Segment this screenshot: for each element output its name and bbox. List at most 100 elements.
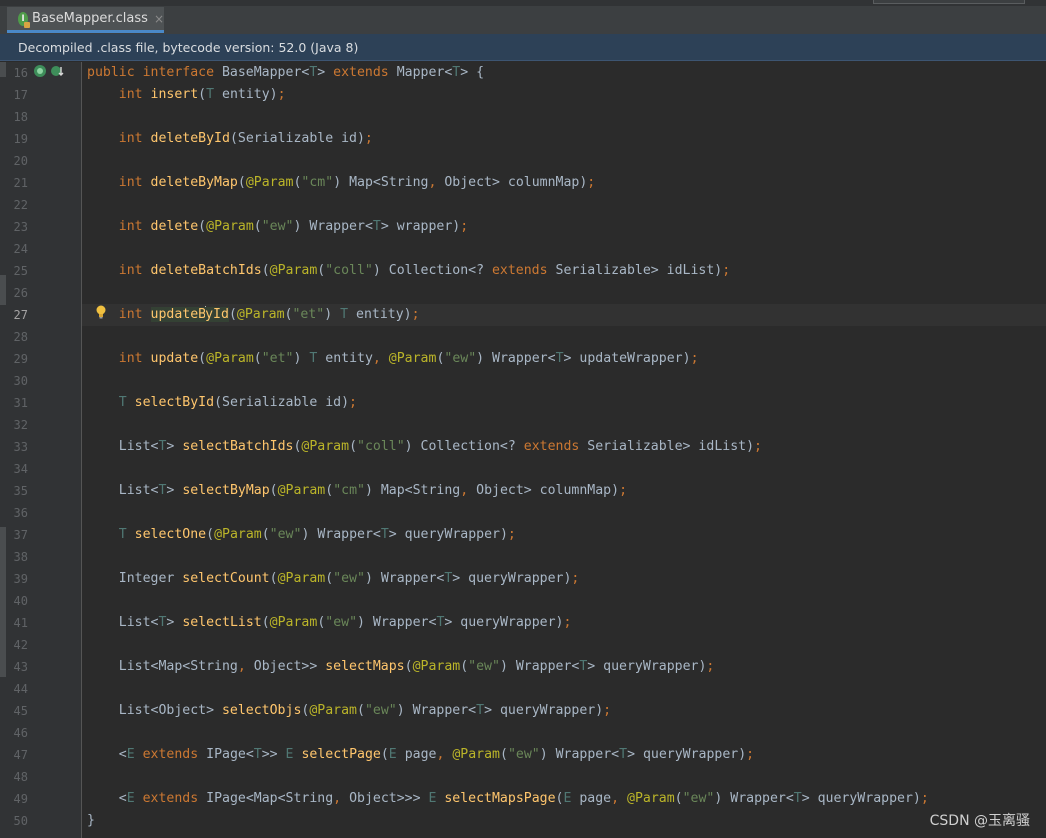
code-token: @Param (452, 747, 500, 762)
line-number[interactable]: 32 (0, 414, 28, 436)
line-number[interactable]: 35 (0, 480, 28, 502)
code-line[interactable] (82, 282, 1046, 304)
code-line[interactable] (82, 194, 1046, 216)
code-token: ; (706, 659, 715, 674)
code-token: @Param (277, 571, 326, 586)
line-number[interactable]: 47 (0, 744, 28, 766)
line-number[interactable]: 37 (0, 524, 28, 546)
line-number[interactable]: 38 (0, 546, 28, 568)
line-number[interactable]: 40 (0, 590, 28, 612)
line-number[interactable]: 41 (0, 612, 28, 634)
line-number[interactable]: 17 (0, 84, 28, 106)
line-number[interactable]: 48 (0, 766, 28, 788)
implemented-icon[interactable] (33, 64, 47, 78)
code-token: entity) (348, 307, 412, 322)
line-number[interactable]: 21 (0, 172, 28, 194)
code-line[interactable]: Integer selectCount(@Param("ew") Wrapper… (82, 568, 1046, 590)
code-line[interactable]: int deleteByMap(@Param("cm") Map<String,… (82, 172, 1046, 194)
code-line[interactable] (82, 590, 1046, 612)
code-line[interactable] (82, 634, 1046, 656)
line-number[interactable]: 30 (0, 370, 28, 392)
code-line-text: } (87, 810, 95, 832)
code-line[interactable]: T selectOne(@Param("ew") Wrapper<T> quer… (82, 524, 1046, 546)
line-number[interactable]: 46 (0, 722, 28, 744)
toolbar-search-box[interactable] (873, 0, 1025, 4)
code-line[interactable]: List<T> selectList(@Param("ew") Wrapper<… (82, 612, 1046, 634)
code-line[interactable]: <E extends IPage<T>> E selectPage(E page… (82, 744, 1046, 766)
close-icon[interactable]: × (154, 12, 164, 26)
code-line[interactable] (82, 678, 1046, 700)
code-line[interactable]: } (82, 810, 1046, 832)
code-token: Object> columnMap) (476, 483, 620, 498)
overrides-icon[interactable] (50, 64, 64, 78)
code-line[interactable]: int deleteById(Serializable id); (82, 128, 1046, 150)
line-number[interactable]: 24 (0, 238, 28, 260)
line-number-gutter[interactable]: 16 17 18 19 20 21 22 23 24 25 26 27 28 29 30 31 32 33 34 35… (0, 62, 82, 838)
line-number[interactable]: 50 (0, 810, 28, 832)
line-number[interactable]: 43 (0, 656, 28, 678)
code-token: ( (253, 351, 262, 366)
code-line[interactable] (82, 722, 1046, 744)
code-line[interactable] (82, 150, 1046, 172)
line-number[interactable]: 31 (0, 392, 28, 414)
line-number[interactable]: 42 (0, 634, 28, 656)
line-number[interactable]: 22 (0, 194, 28, 216)
code-line[interactable]: List<Object> selectObjs(@Param("ew") Wra… (82, 700, 1046, 722)
line-number[interactable]: 33 (0, 436, 28, 458)
line-number[interactable]: 29 (0, 348, 28, 370)
code-line[interactable]: int update(@Param("et") T entity, @Param… (82, 348, 1046, 370)
code-token: selectOne (134, 527, 207, 542)
code-token: "cm" (333, 483, 365, 498)
code-line[interactable]: int insert(T entity); (82, 84, 1046, 106)
code-line[interactable]: <E extends IPage<Map<String, Object>>> E… (82, 788, 1046, 810)
line-number[interactable]: 20 (0, 150, 28, 172)
code-token: entity) (214, 87, 278, 102)
line-number[interactable]: 34 (0, 458, 28, 480)
code-line[interactable] (82, 458, 1046, 480)
line-number[interactable]: 28 (0, 326, 28, 348)
code-line[interactable]: int deleteBatchIds(@Param("coll") Collec… (82, 260, 1046, 282)
lightbulb-icon[interactable] (96, 305, 106, 319)
line-number[interactable]: 45 (0, 700, 28, 722)
line-number[interactable]: 23 (0, 216, 28, 238)
code-line[interactable]: public interface BaseMapper<T> extends M… (82, 62, 1046, 84)
code-line[interactable] (82, 370, 1046, 392)
code-line-text: int deleteBatchIds(@Param("coll") Collec… (87, 260, 730, 282)
line-number[interactable]: 19 (0, 128, 28, 150)
code-line[interactable] (82, 414, 1046, 436)
line-number[interactable]: 26 (0, 282, 28, 304)
line-number[interactable]: 16 (0, 62, 28, 84)
line-number[interactable]: 25 (0, 260, 28, 282)
tab-basemapper-class[interactable]: I BaseMapper.class × (7, 7, 164, 33)
code-line[interactable]: T selectById(Serializable id); (82, 392, 1046, 414)
code-token: List< (87, 439, 159, 454)
code-token: "ew" (444, 351, 477, 366)
code-line[interactable]: int delete(@Param("ew") Wrapper<T> wrapp… (82, 216, 1046, 238)
code-line[interactable] (82, 766, 1046, 788)
code-line[interactable]: List<Map<String, Object>> selectMaps(@Pa… (82, 656, 1046, 678)
code-token: selectMapsPage (444, 791, 556, 806)
line-number[interactable]: 36 (0, 502, 28, 524)
banner-text: Decompiled .class file, bytecode version… (18, 39, 359, 55)
code-token: deleteById (150, 131, 230, 146)
code-token: E (126, 791, 143, 806)
code-line[interactable] (82, 546, 1046, 568)
code-line[interactable] (82, 326, 1046, 348)
code-token: ( (269, 571, 278, 586)
code-line[interactable] (82, 502, 1046, 524)
line-number[interactable]: 27 (0, 304, 28, 326)
code-line[interactable]: List<T> selectByMap(@Param("cm") Map<Str… (82, 480, 1046, 502)
line-number[interactable]: 44 (0, 678, 28, 700)
line-number[interactable]: 49 (0, 788, 28, 810)
line-number[interactable]: 39 (0, 568, 28, 590)
line-number[interactable]: 18 (0, 106, 28, 128)
code-line[interactable] (82, 238, 1046, 260)
code-token: "coll" (325, 263, 373, 278)
code-line[interactable] (82, 106, 1046, 128)
code-editor[interactable]: public interface BaseMapper< T > extends M… (82, 62, 1046, 838)
code-token: deleteBatchIds (150, 263, 262, 278)
code-line[interactable]: int updateById(@Param("et") T entity); (82, 304, 1046, 326)
code-line[interactable]: List<T> selectBatchIds(@Param("coll") Co… (82, 436, 1046, 458)
